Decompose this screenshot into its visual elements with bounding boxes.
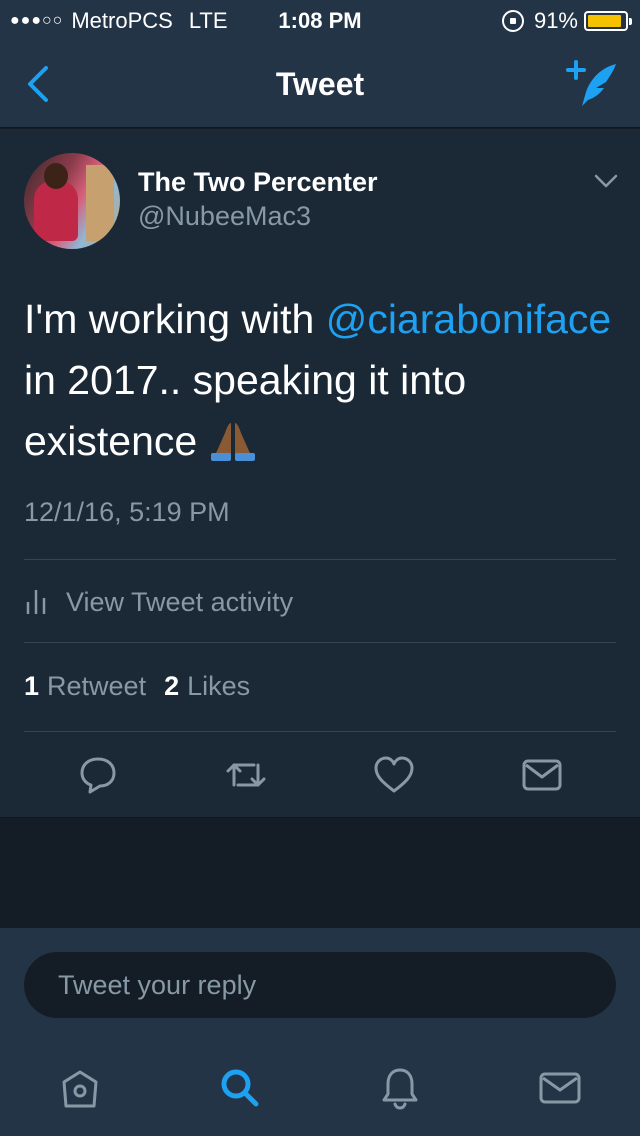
retweet-label[interactable]: Retweet [47, 671, 146, 702]
tweet-timestamp: 12/1/16, 5:19 PM [24, 497, 230, 527]
divider [24, 642, 616, 643]
author-handle[interactable]: @NubeeMac3 [138, 201, 311, 232]
tweet-detail: The Two Percenter @NubeeMac3 I'm working… [0, 129, 640, 818]
bell-icon [382, 1068, 418, 1110]
battery-icon [584, 11, 632, 31]
reply-icon [80, 757, 116, 794]
heart-icon [374, 756, 414, 793]
like-label[interactable]: Likes [187, 671, 250, 702]
compose-tweet-icon [566, 60, 616, 106]
page-title: Tweet [275, 66, 365, 102]
retweet-icon [226, 763, 266, 787]
like-count[interactable]: 2 [164, 671, 179, 702]
search-icon [221, 1069, 259, 1107]
activity-label: View Tweet activity [66, 586, 294, 617]
tweet-actions [0, 741, 640, 811]
divider [24, 731, 616, 732]
reply-input[interactable] [24, 952, 616, 1018]
divider [24, 559, 616, 560]
reply-bar [0, 928, 640, 1036]
retweet-button[interactable] [224, 755, 268, 795]
navigation-bar: Tweet [0, 40, 640, 128]
battery-fill [588, 15, 621, 27]
direct-message-button[interactable] [520, 755, 564, 795]
folded-hands-icon [209, 417, 257, 461]
tweet-text-start: I'm working with [24, 296, 326, 342]
avatar[interactable] [24, 153, 120, 249]
bar-chart-icon [26, 590, 46, 614]
tweet-text: I'm working with @ciaraboniface in 2017.… [24, 289, 624, 472]
compose-tweet-button[interactable] [566, 58, 620, 110]
tweet-menu-button[interactable] [594, 173, 618, 189]
status-bar-right: 91% [501, 8, 632, 34]
envelope-icon [522, 759, 562, 791]
tab-bar [0, 1036, 640, 1136]
view-tweet-activity-button[interactable]: View Tweet activity [24, 569, 616, 635]
tab-messages[interactable] [536, 1064, 584, 1112]
rotation-lock-icon [501, 10, 524, 32]
home-icon [62, 1070, 98, 1108]
tab-notifications[interactable] [376, 1064, 424, 1112]
mention-link[interactable]: @ciaraboniface [326, 296, 612, 342]
battery-percent: 91% [533, 8, 578, 33]
author-name[interactable]: The Two Percenter [138, 167, 378, 198]
reply-button[interactable] [76, 755, 120, 795]
tab-home[interactable] [56, 1064, 104, 1112]
engagement-stats: 1 Retweet 2 Likes [24, 655, 268, 717]
tab-search[interactable] [216, 1064, 264, 1112]
retweet-count[interactable]: 1 [24, 671, 39, 702]
envelope-icon [539, 1072, 581, 1104]
like-button[interactable] [372, 755, 416, 795]
status-bar: ●●●○○ MetroPCS LTE 1:08 PM 91% [0, 0, 640, 40]
chevron-down-icon [594, 174, 618, 188]
